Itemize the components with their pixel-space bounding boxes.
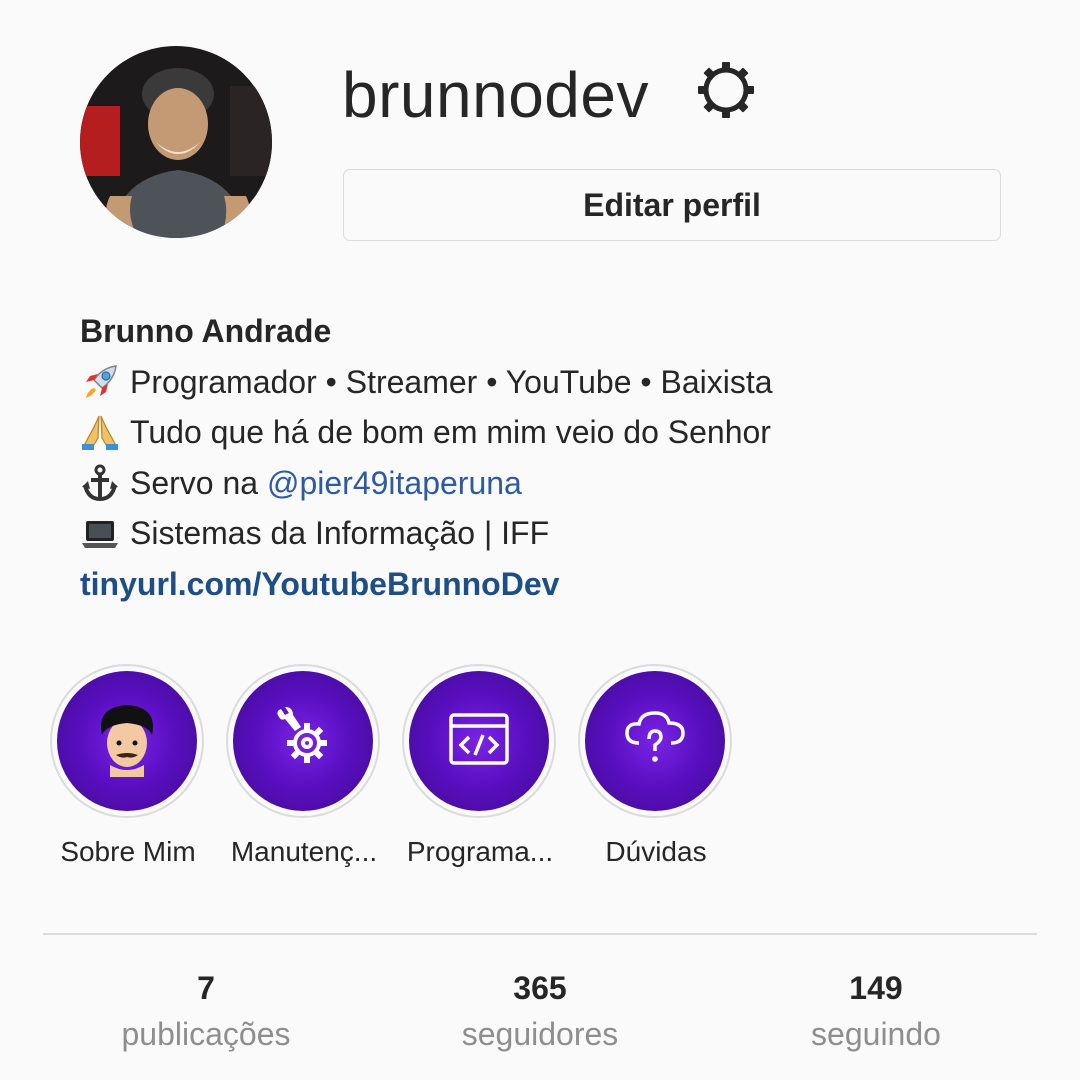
bio-line: Tudo que há de bom em mim veio do Senhor [80,407,773,458]
profile-avatar[interactable] [80,46,272,238]
profile-username: brunnodev [342,59,649,131]
mention-link[interactable]: @pier49itaperuna [267,458,522,509]
highlight-programacao[interactable]: Programa... [402,664,558,867]
anchor-icon [80,463,126,503]
bio-text: Sistemas da Informação | IFF [130,515,550,551]
stat-label: seguindo [811,1016,941,1052]
bio-line: Servo na @pier49itaperuna [80,458,773,509]
highlight-cover [409,671,549,811]
avatar-face-icon [92,701,162,782]
highlight-sobre-mim[interactable]: Sobre Mim [50,664,206,867]
stat-value: 149 [849,970,903,1006]
cloud-question-icon [623,709,687,774]
gear-icon[interactable] [694,58,758,122]
highlight-label: Sobre Mim [60,836,196,867]
highlight-ring[interactable] [50,664,204,818]
highlight-ring[interactable] [402,664,556,818]
highlight-cover [233,671,373,811]
edit-profile-button[interactable]: Editar perfil [343,169,1001,241]
highlight-duvidas[interactable]: Dúvidas [578,664,734,867]
stat-label: seguidores [461,1016,619,1052]
rocket-icon [80,362,126,402]
stat-followers[interactable]: 365 seguidores [390,966,690,1058]
praying-hands-icon [80,412,126,452]
bio-text: Tudo que há de bom em mim veio do Senhor [130,414,771,450]
bio-line: Programador • Streamer • YouTube • Baixi… [80,357,773,408]
wrench-gear-icon [271,706,335,776]
highlight-label: Dúvidas [605,836,707,867]
full-name: Brunno Andrade [80,313,332,349]
bio-line: Sistemas da Informação | IFF [80,508,773,559]
bio-text: Programador • Streamer • YouTube • Baixi… [130,363,773,400]
stat-label: publicações [121,1016,291,1052]
stat-following[interactable]: 149 seguindo [726,966,1026,1058]
code-window-icon [447,711,511,772]
stat-value: 7 [197,970,215,1006]
highlight-cover [57,671,197,811]
stat-posts[interactable]: 7 publicações [56,966,356,1058]
stat-value: 365 [513,970,567,1006]
highlight-label: Manutenç... [230,836,378,867]
highlight-cover [585,671,725,811]
highlight-label: Programa... [406,836,554,867]
highlight-manutencao[interactable]: Manutenç... [226,664,382,867]
highlight-ring[interactable] [226,664,380,818]
laptop-icon [80,513,126,553]
website-link[interactable]: tinyurl.com/YoutubeBrunnoDev [80,559,773,610]
highlight-ring[interactable] [578,664,732,818]
bio-text-prefix: Servo na [130,464,267,501]
profile-photo [80,46,272,238]
stats-divider [43,933,1037,935]
profile-bio: Brunno Andrade Programador • Streamer • … [80,306,773,609]
